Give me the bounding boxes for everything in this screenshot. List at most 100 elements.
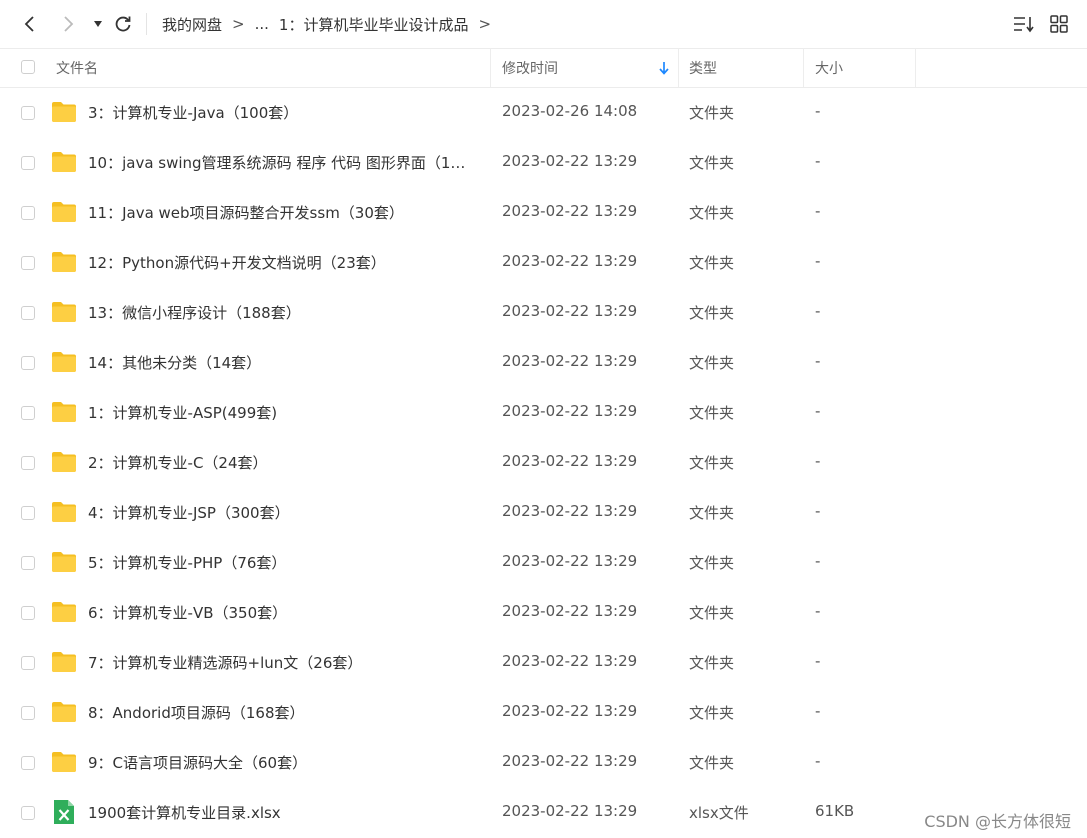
- row-checkbox[interactable]: [21, 506, 35, 520]
- file-row[interactable]: 8：Andorid项目源码（168套） 2023-02-22 13:29 文件夹 -: [0, 688, 1087, 738]
- grid-view-button[interactable]: [1047, 12, 1071, 36]
- xlsx-file-icon: [51, 800, 77, 824]
- file-name[interactable]: 13：微信小程序设计（188套）: [88, 302, 473, 323]
- file-name[interactable]: 6：计算机专业-VB（350套）: [88, 602, 473, 623]
- file-type: 文件夹: [689, 504, 735, 522]
- grid-view-icon: [1050, 15, 1068, 33]
- file-size: 61KB: [815, 802, 855, 820]
- file-modified-time: 2023-02-22 13:29: [502, 752, 638, 770]
- file-size: -: [815, 302, 821, 320]
- file-name[interactable]: 10：java swing管理系统源码 程序 代码 图形界面（11...: [88, 152, 473, 173]
- file-type: xlsx文件: [689, 804, 749, 822]
- row-checkbox[interactable]: [21, 306, 35, 320]
- file-size: -: [815, 452, 821, 470]
- file-name[interactable]: 5：计算机专业-PHP（76套）: [88, 552, 473, 573]
- file-row[interactable]: 11：Java web项目源码整合开发ssm（30套） 2023-02-22 13…: [0, 188, 1087, 238]
- folder-icon: [51, 151, 77, 173]
- row-checkbox[interactable]: [21, 806, 35, 820]
- column-divider: [490, 48, 491, 87]
- file-name[interactable]: 1900套计算机专业目录.xlsx: [88, 802, 473, 823]
- file-row[interactable]: 13：微信小程序设计（188套） 2023-02-22 13:29 文件夹 -: [0, 288, 1087, 338]
- column-modified[interactable]: 修改时间: [502, 48, 558, 87]
- folder-icon: [51, 551, 77, 573]
- file-row[interactable]: 1：计算机专业-ASP(499套) 2023-02-22 13:29 文件夹 -: [0, 388, 1087, 438]
- file-name[interactable]: 11：Java web项目源码整合开发ssm（30套）: [88, 202, 473, 223]
- file-type: 文件夹: [689, 404, 735, 422]
- arrow-down-icon: [659, 61, 669, 75]
- file-row[interactable]: 10：java swing管理系统源码 程序 代码 图形界面（11... 2023…: [0, 138, 1087, 188]
- row-checkbox[interactable]: [21, 256, 35, 270]
- sort-list-icon: [1014, 17, 1034, 33]
- file-modified-time: 2023-02-22 13:29: [502, 602, 638, 620]
- file-name[interactable]: 4：计算机专业-JSP（300套）: [88, 502, 473, 523]
- file-name[interactable]: 12：Python源代码+开发文档说明（23套）: [88, 252, 473, 273]
- file-name[interactable]: 3：计算机专业-Java（100套）: [88, 102, 473, 123]
- row-checkbox[interactable]: [21, 706, 35, 720]
- row-checkbox[interactable]: [21, 606, 35, 620]
- forward-button[interactable]: [56, 12, 80, 36]
- file-name[interactable]: 7：计算机专业精选源码+lun文（26套）: [88, 652, 473, 673]
- file-row[interactable]: 9：C语言项目源码大全（60套） 2023-02-22 13:29 文件夹 -: [0, 738, 1087, 788]
- row-checkbox[interactable]: [21, 556, 35, 570]
- file-name[interactable]: 9：C语言项目源码大全（60套）: [88, 752, 473, 773]
- file-type: 文件夹: [689, 754, 735, 772]
- row-checkbox[interactable]: [21, 456, 35, 470]
- select-all-checkbox[interactable]: [21, 60, 35, 74]
- folder-icon: [51, 601, 77, 623]
- refresh-button[interactable]: [111, 12, 135, 36]
- file-name[interactable]: 8：Andorid项目源码（168套）: [88, 702, 473, 723]
- history-dropdown-button[interactable]: [86, 12, 110, 36]
- breadcrumb-ellipsis[interactable]: ...: [255, 15, 269, 33]
- toolbar-separator: [146, 13, 147, 35]
- column-divider: [678, 48, 679, 87]
- file-type: 文件夹: [689, 604, 735, 622]
- column-type[interactable]: 类型: [689, 48, 717, 87]
- file-name[interactable]: 2：计算机专业-C（24套）: [88, 452, 473, 473]
- column-size[interactable]: 大小: [815, 48, 843, 87]
- column-divider: [803, 48, 804, 87]
- file-row[interactable]: 4：计算机专业-JSP（300套） 2023-02-22 13:29 文件夹 -: [0, 488, 1087, 538]
- file-row[interactable]: 2：计算机专业-C（24套） 2023-02-22 13:29 文件夹 -: [0, 438, 1087, 488]
- file-row[interactable]: 14：其他未分类（14套） 2023-02-22 13:29 文件夹 -: [0, 338, 1087, 388]
- file-type: 文件夹: [689, 254, 735, 272]
- file-type: 文件夹: [689, 154, 735, 172]
- breadcrumb: 我的网盘 > ... 1：计算机毕业毕业设计成品 >: [162, 14, 501, 34]
- row-checkbox[interactable]: [21, 156, 35, 170]
- file-size: -: [815, 402, 821, 420]
- file-modified-time: 2023-02-22 13:29: [502, 252, 638, 270]
- breadcrumb-root[interactable]: 我的网盘: [162, 14, 222, 35]
- file-row[interactable]: 6：计算机专业-VB（350套） 2023-02-22 13:29 文件夹 -: [0, 588, 1087, 638]
- file-modified-time: 2023-02-26 14:08: [502, 102, 638, 120]
- file-size: -: [815, 352, 821, 370]
- file-size: -: [815, 252, 821, 270]
- row-checkbox[interactable]: [21, 756, 35, 770]
- sort-button[interactable]: [1012, 12, 1036, 36]
- file-name[interactable]: 1：计算机专业-ASP(499套): [88, 402, 473, 423]
- row-checkbox[interactable]: [21, 106, 35, 120]
- sort-descending-icon[interactable]: [658, 48, 670, 87]
- file-size: -: [815, 602, 821, 620]
- file-row[interactable]: 3：计算机专业-Java（100套） 2023-02-26 14:08 文件夹 -: [0, 88, 1087, 138]
- file-type: 文件夹: [689, 454, 735, 472]
- row-checkbox[interactable]: [21, 406, 35, 420]
- file-size: -: [815, 202, 821, 220]
- folder-icon: [51, 501, 77, 523]
- row-checkbox[interactable]: [21, 356, 35, 370]
- breadcrumb-current[interactable]: 1：计算机毕业毕业设计成品: [279, 14, 469, 35]
- file-modified-time: 2023-02-22 13:29: [502, 152, 638, 170]
- file-row[interactable]: 7：计算机专业精选源码+lun文（26套） 2023-02-22 13:29 文件夹…: [0, 638, 1087, 688]
- file-modified-time: 2023-02-22 13:29: [502, 402, 638, 420]
- file-row[interactable]: 5：计算机专业-PHP（76套） 2023-02-22 13:29 文件夹 -: [0, 538, 1087, 588]
- file-modified-time: 2023-02-22 13:29: [502, 202, 638, 220]
- back-button[interactable]: [18, 12, 42, 36]
- folder-icon: [51, 651, 77, 673]
- file-row[interactable]: 12：Python源代码+开发文档说明（23套） 2023-02-22 13:29…: [0, 238, 1087, 288]
- chevron-left-icon: [24, 16, 34, 32]
- file-name[interactable]: 14：其他未分类（14套）: [88, 352, 473, 373]
- row-checkbox[interactable]: [21, 656, 35, 670]
- file-modified-time: 2023-02-22 13:29: [502, 452, 638, 470]
- breadcrumb-separator: >: [232, 15, 245, 33]
- row-checkbox[interactable]: [21, 206, 35, 220]
- column-divider: [915, 48, 916, 87]
- column-name[interactable]: 文件名: [56, 48, 98, 87]
